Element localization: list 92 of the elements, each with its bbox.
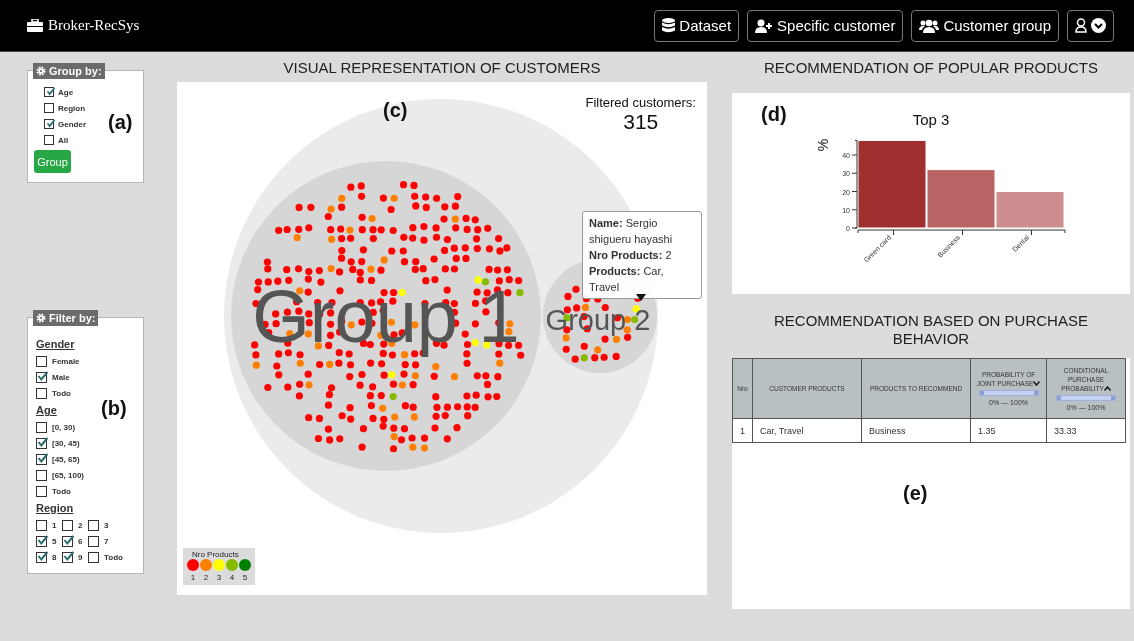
range-slider[interactable]: [978, 390, 1039, 396]
checkbox[interactable]: [36, 519, 47, 531]
sort-down-icon[interactable]: [1033, 381, 1041, 386]
panel-label: (e): [903, 482, 928, 505]
checkbox[interactable]: [62, 535, 73, 547]
panel-label: (d): [761, 103, 787, 126]
sort-up-icon[interactable]: [1103, 385, 1111, 391]
checkbox-label: All: [58, 135, 69, 145]
table-cell: 1: [732, 418, 753, 443]
checkbox-label: 1: [52, 520, 57, 530]
nav-button[interactable]: Specific customer: [747, 9, 904, 42]
section-title: RECOMMENDATION BASED ON PURCHASE BEHAVIOR: [773, 311, 1089, 349]
checkbox-label: 7: [104, 536, 109, 546]
panel-title: Group by:: [49, 65, 102, 77]
checkbox[interactable]: [36, 485, 47, 497]
checkbox[interactable]: [88, 551, 99, 563]
legend-label: 1: [190, 573, 196, 582]
checkbox[interactable]: [44, 135, 54, 145]
gear-icon: [36, 313, 46, 323]
checkbox[interactable]: [36, 453, 47, 465]
range-slider[interactable]: [1056, 394, 1117, 401]
checkbox[interactable]: [36, 551, 47, 563]
checkbox-label: 6: [78, 536, 83, 546]
section-title: RECOMMENDATION OF POPULAR PRODUCTS: [763, 57, 1099, 78]
section-title: VISUAL REPRESENTATION OF CUSTOMERS: [282, 57, 602, 78]
checkbox[interactable]: [62, 551, 73, 563]
panel-label: (a): [108, 111, 133, 134]
checkbox[interactable]: [88, 519, 99, 531]
checkbox-label: Region: [58, 103, 86, 113]
checkbox[interactable]: [36, 387, 47, 399]
checkbox[interactable]: [88, 535, 99, 547]
checkbox[interactable]: [36, 469, 47, 481]
panel-label: (b): [101, 397, 127, 420]
tooltip-text: Products: Car, Travel: [589, 264, 665, 295]
checkbox[interactable]: [44, 87, 54, 97]
section-heading: Gender: [36, 338, 75, 350]
checkbox-label: [0, 30): [52, 422, 76, 432]
checkbox-label: 5: [52, 536, 57, 546]
checkbox[interactable]: [36, 421, 47, 433]
checkbox-label: Female: [52, 356, 80, 366]
nav-button[interactable]: Dataset: [654, 9, 740, 42]
legend-label: 4: [229, 573, 235, 582]
checkbox[interactable]: [44, 103, 54, 113]
legend-label: 3: [216, 573, 222, 582]
users-icon: [919, 18, 940, 33]
legend-title: Nro Products: [191, 550, 240, 559]
legend-label: 5: [242, 573, 248, 582]
checkbox[interactable]: [36, 437, 47, 449]
checkbox-label: Todo: [52, 486, 71, 496]
chart-title: Top 3: [912, 111, 950, 128]
checkbox-label: 2: [78, 520, 83, 530]
user-icon: [1075, 18, 1087, 33]
checkbox-label: Age: [58, 87, 74, 97]
section-heading: Age: [36, 404, 57, 416]
chevron-down-circle-icon: [1091, 18, 1106, 33]
checkbox-label: Gender: [58, 119, 86, 129]
filtered-customers-label: Filtered customers:: [585, 95, 696, 110]
tooltip-text: Name: Sergio shigueru hayashi: [589, 216, 674, 247]
checkbox-label: 8: [52, 552, 57, 562]
nav-button[interactable]: Customer group: [911, 9, 1059, 42]
checkbox-label: [45, 65): [52, 454, 80, 464]
y-axis-label: %: [815, 138, 831, 152]
checkbox-label: 9: [78, 552, 83, 562]
panel-label: (c): [383, 99, 408, 122]
legend-label: 2: [203, 573, 209, 582]
checkbox-label: Male: [52, 372, 70, 382]
checkbox[interactable]: [36, 535, 47, 547]
account-menu-button[interactable]: [1067, 9, 1114, 42]
app-title: Broker-RecSys: [48, 17, 140, 34]
briefcase-icon: [27, 19, 43, 32]
checkbox-label: 3: [104, 520, 109, 530]
gear-icon: [36, 66, 46, 76]
user-plus-icon: [755, 18, 774, 33]
filtered-customers-count: 315: [623, 110, 659, 134]
tooltip-text: Nro Products: 2: [589, 248, 673, 263]
table-cell: Car, Travel: [752, 418, 862, 443]
tooltip-pointer-icon: [636, 294, 646, 301]
panel-title: Filter by:: [49, 312, 96, 324]
database-icon: [662, 18, 676, 33]
checkbox[interactable]: [44, 119, 54, 129]
table-cell: Business: [861, 418, 971, 443]
checkbox[interactable]: [36, 371, 47, 383]
checkbox[interactable]: [62, 519, 73, 531]
group-label: Group 2: [545, 304, 651, 336]
table-cell: 33.33: [1046, 418, 1126, 443]
checkbox-label: [65, 100): [52, 470, 85, 480]
checkbox[interactable]: [36, 355, 47, 367]
section-heading: Region: [36, 502, 74, 514]
checkbox-label: [30, 45): [52, 438, 80, 448]
table-cell: 1.35: [970, 418, 1047, 443]
checkbox-label: Todo: [52, 388, 71, 398]
checkbox-label: Todo: [104, 552, 123, 562]
